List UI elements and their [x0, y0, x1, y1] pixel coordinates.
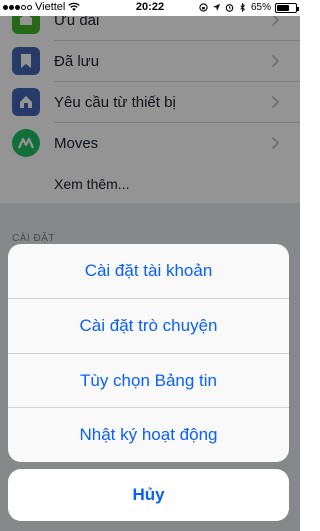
location-arrow-icon [212, 3, 221, 12]
action-sheet: Cài đặt tài khoản Cài đặt trò chuyện Tùy… [8, 244, 289, 462]
bluetooth-icon [240, 3, 245, 12]
battery-level [277, 4, 289, 11]
status-bar: Viettel 20:22 65% [0, 0, 300, 16]
battery-icon [275, 2, 299, 13]
news-feed-preferences-option[interactable]: Tùy chọn Bảng tin [8, 354, 289, 408]
account-settings-option[interactable]: Cài đặt tài khoản [8, 244, 289, 298]
chat-settings-option[interactable]: Cài đặt trò chuyện [8, 299, 289, 353]
alarm-icon [225, 4, 234, 12]
cancel-button[interactable]: Hủy [8, 469, 289, 521]
rotation-lock-icon [199, 3, 208, 12]
status-right: 65% [199, 2, 299, 13]
activity-log-option[interactable]: Nhật ký hoạt động [8, 408, 289, 462]
battery-percent: 65% [250, 2, 271, 13]
